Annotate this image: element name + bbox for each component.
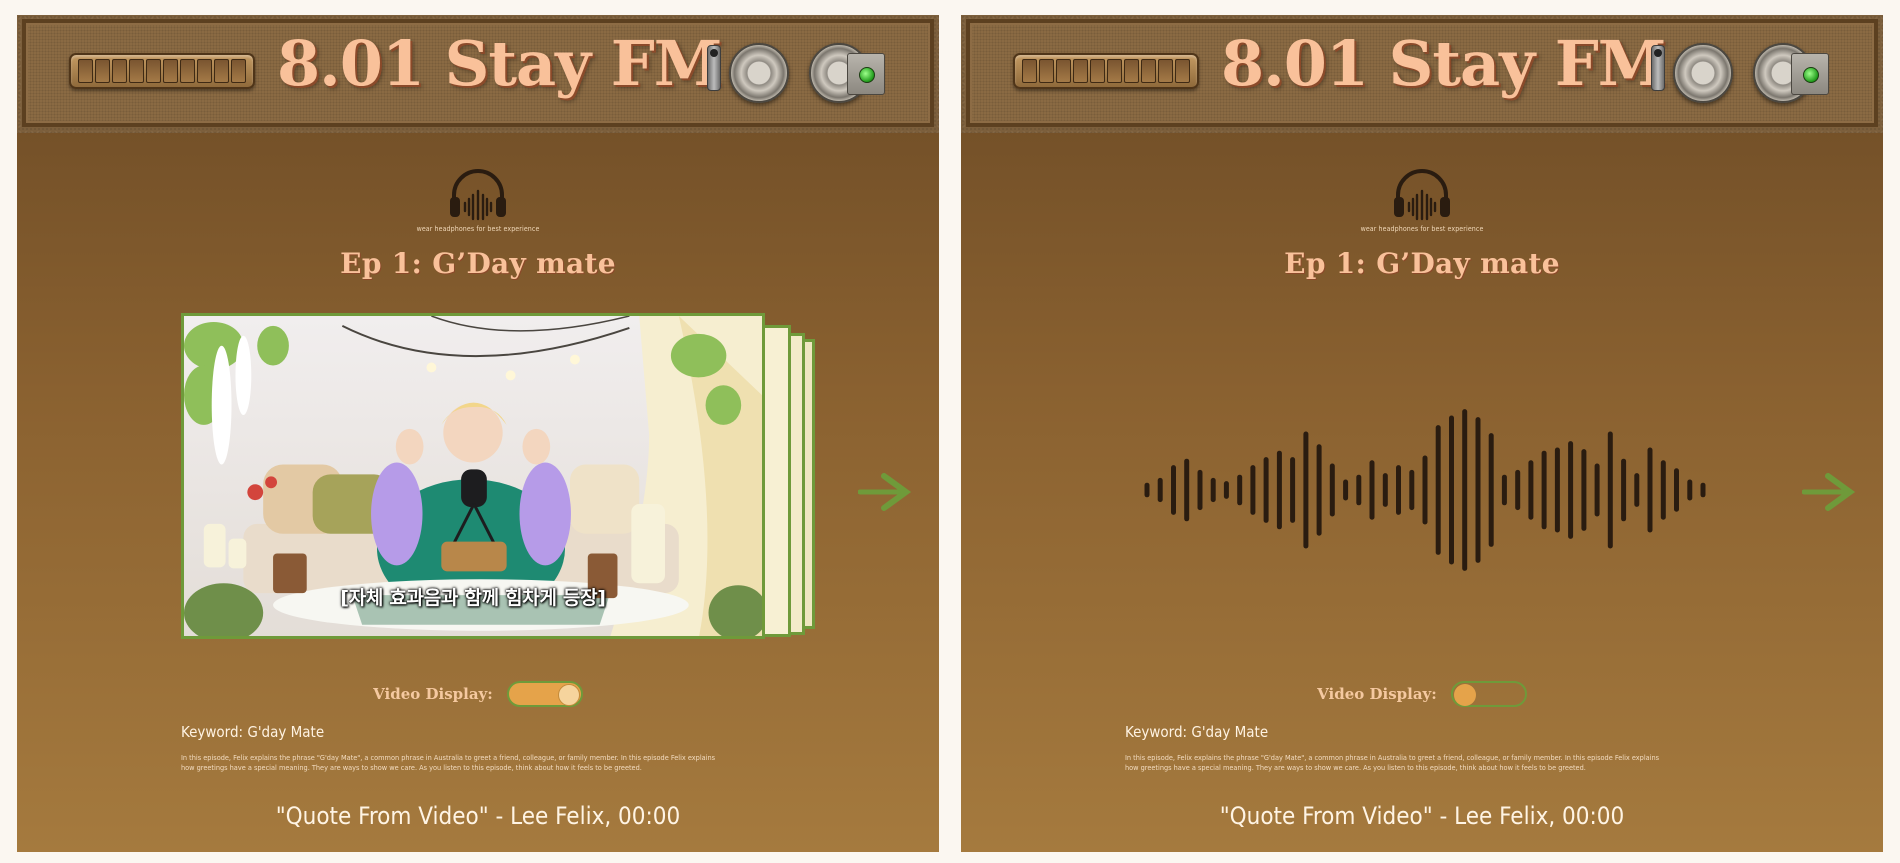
video-display-toggle[interactable]	[1450, 681, 1527, 707]
radio-header: 8.01 Stay FM	[17, 15, 939, 133]
episode-title: Ep 1: G’Day mate	[1284, 247, 1560, 280]
volume-knob[interactable]	[1673, 43, 1733, 103]
headphones-caption: wear headphones for best experience	[1360, 225, 1484, 233]
video-display-control: Video Display:	[961, 681, 1883, 707]
episode-description: In this episode, Felix explains the phra…	[181, 753, 716, 772]
power-led-icon	[859, 67, 875, 83]
headphones-caption: wear headphones for best experience	[416, 225, 540, 233]
headphones-icon	[1394, 169, 1450, 221]
video-subtitle: [자체 효과음과 함께 힘차게 등장]	[340, 587, 606, 609]
episode-quote: "Quote From Video" - Lee Felix, 00:00	[1219, 802, 1625, 830]
next-arrow-icon[interactable]	[1802, 473, 1856, 511]
power-led-icon	[1803, 67, 1819, 83]
power-button[interactable]	[1791, 53, 1829, 95]
next-arrow-icon[interactable]	[858, 473, 912, 511]
speaker-grille	[69, 53, 255, 89]
episode-keyword: Keyword: G'day Mate	[1125, 723, 1269, 741]
episode-quote: "Quote From Video" - Lee Felix, 00:00	[275, 802, 681, 830]
power-button[interactable]	[847, 53, 885, 95]
toggle-switch-icon[interactable]	[1651, 45, 1665, 91]
video-display-control: Video Display:	[17, 681, 939, 707]
player-panel-video: 8.01 Stay FM wear headphones for best ex…	[17, 15, 939, 852]
station-title: 8.01 Stay FM	[277, 27, 722, 100]
radio-header: 8.01 Stay FM	[961, 15, 1883, 133]
toggle-switch-icon[interactable]	[707, 45, 721, 91]
station-title: 8.01 Stay FM	[1221, 27, 1666, 100]
speaker-grille	[1013, 53, 1199, 89]
player-panel-audio: 8.01 Stay FM wear headphones for best ex…	[961, 15, 1883, 852]
video-display-label: Video Display:	[1317, 685, 1437, 703]
video-display-toggle[interactable]	[506, 681, 583, 707]
episode-title: Ep 1: G’Day mate	[340, 247, 616, 280]
episode-keyword: Keyword: G'day Mate	[181, 723, 325, 741]
headphones-icon	[450, 169, 506, 221]
video-player[interactable]: [자체 효과음과 함께 힘차게 등장]	[181, 313, 765, 639]
volume-knob[interactable]	[729, 43, 789, 103]
video-carousel[interactable]: [자체 효과음과 함께 힘차게 등장]	[181, 313, 841, 653]
audio-waveform	[1144, 409, 1706, 571]
episode-description: In this episode, Felix explains the phra…	[1125, 753, 1660, 772]
video-display-label: Video Display:	[373, 685, 493, 703]
